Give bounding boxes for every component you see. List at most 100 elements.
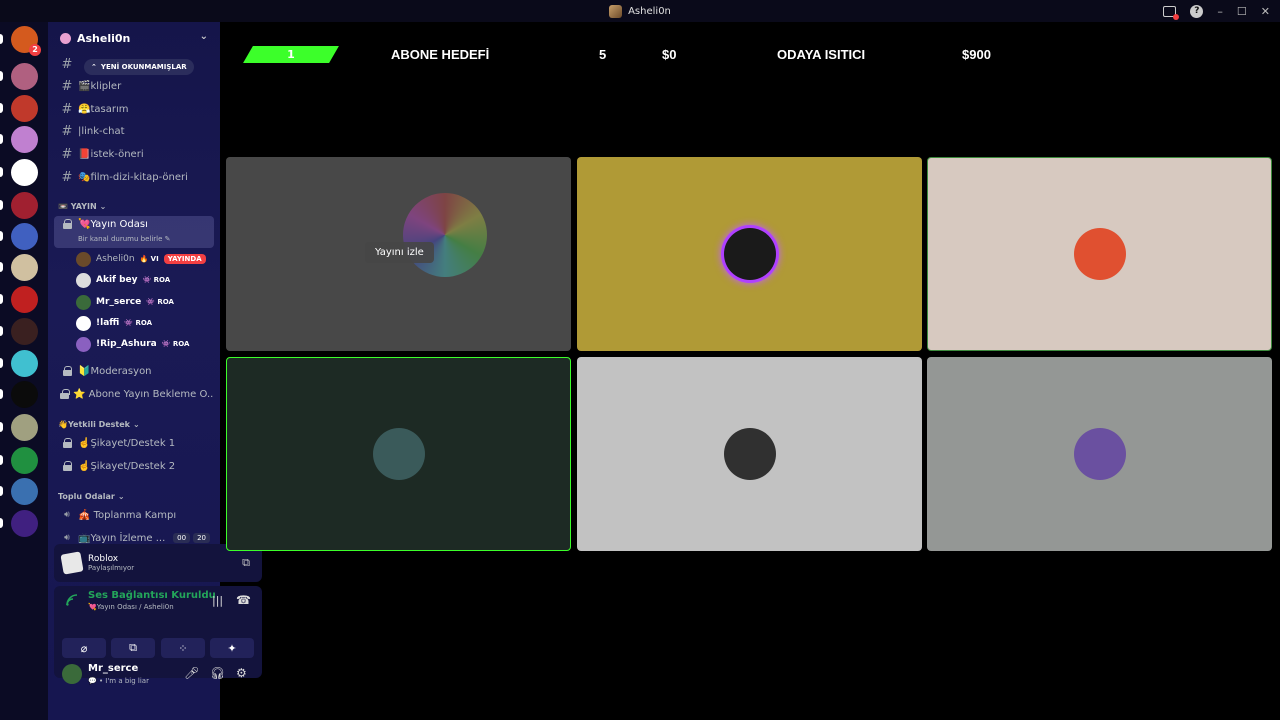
server-icon[interactable] xyxy=(0,159,38,186)
window-title: Asheli0n xyxy=(609,4,671,18)
voice-user[interactable]: !laffi 👾 ROA xyxy=(76,314,152,332)
unread-label: YENİ OKUNMAMIŞLAR xyxy=(100,63,187,71)
mention-badge: 2 xyxy=(29,44,41,56)
inbox-icon[interactable] xyxy=(1163,5,1180,20)
avatar xyxy=(1073,428,1126,480)
activities-button[interactable]: ⁘ xyxy=(161,638,205,658)
category-yayin[interactable]: 📼 YAYIN ⌄ xyxy=(58,202,106,211)
username[interactable]: Mr_serce xyxy=(88,663,138,674)
channel-item[interactable]: ☝️Şikayet/Destek 2 xyxy=(54,456,214,476)
channel-sidebar: Asheli0n ⌄ # ⌃ YENİ OKUNMAMIŞLAR # 🎬klipl… xyxy=(48,22,262,720)
channel-status[interactable]: Bir kanal durumu belirle ✎ xyxy=(78,235,171,243)
server-icon[interactable] xyxy=(0,223,38,250)
server-icon[interactable] xyxy=(0,126,38,153)
signal-icon[interactable] xyxy=(66,594,78,606)
voice-channel[interactable]: 💘Yayın Odası / Asheli0n xyxy=(88,603,174,611)
avatar xyxy=(1073,228,1126,280)
category-yetkili[interactable]: 👋Yetkili Destek ⌄ xyxy=(58,420,140,429)
channel-name: 😤tasarım xyxy=(78,103,129,115)
participant-tile[interactable] xyxy=(577,157,922,351)
server-icon[interactable] xyxy=(0,95,38,122)
disconnect-icon[interactable]: ☎ xyxy=(236,593,251,607)
close-button[interactable]: ✕ xyxy=(1261,5,1270,18)
unread-indicator xyxy=(0,262,3,272)
hash-icon: # xyxy=(61,123,73,139)
channel-item[interactable]: 🔰Moderasyon xyxy=(54,361,214,381)
channel-name: ☝️Şikayet/Destek 2 xyxy=(78,460,176,472)
category-label: Toplu Odalar xyxy=(58,492,115,501)
participant-tile[interactable] xyxy=(927,357,1272,551)
server-icon[interactable] xyxy=(0,63,38,90)
voice-user[interactable]: !Rip_Ashura 👾 ROA xyxy=(76,335,189,353)
server-icon[interactable] xyxy=(0,350,38,377)
voice-user-name: Asheli0n xyxy=(96,254,135,264)
server-icon[interactable] xyxy=(0,510,38,537)
channel-item[interactable]: # |link-chat xyxy=(54,121,214,141)
server-icon[interactable]: 2 xyxy=(0,26,41,56)
help-icon[interactable]: ? xyxy=(1190,4,1204,18)
activity-game: Roblox xyxy=(88,554,119,564)
server-icon[interactable] xyxy=(0,381,38,408)
channel-item[interactable]: # 🎬klipler xyxy=(54,76,214,96)
server-icon[interactable] xyxy=(0,447,38,474)
unread-indicator xyxy=(0,200,3,210)
minimize-button[interactable]: – xyxy=(1217,5,1223,18)
goal-label: ABONE HEDEFİ xyxy=(391,47,490,62)
stream-tile[interactable]: Yayını izle xyxy=(226,157,571,351)
channel-item[interactable]: ⭐ Abone Yayın Bekleme O... xyxy=(54,384,214,404)
channel-name: 📺Yayın İzleme ... xyxy=(78,532,166,544)
goal-label-2: ODAYA ISITICI xyxy=(777,47,866,62)
screen-share-button[interactable]: ⧉ xyxy=(111,638,155,658)
channel-name: 🎪 Toplanma Kampı xyxy=(78,509,177,521)
avatar xyxy=(723,428,776,480)
watch-stream-button[interactable]: Yayını izle xyxy=(365,242,434,263)
guild-header[interactable]: Asheli0n ⌄ xyxy=(48,22,220,54)
camera-off-button[interactable]: ⌀ xyxy=(62,638,106,658)
unread-pill[interactable]: ⌃ YENİ OKUNMAMIŞLAR xyxy=(84,59,194,75)
participant-tile[interactable] xyxy=(226,357,571,551)
avatar xyxy=(76,315,91,331)
voice-status[interactable]: Ses Bağlantısı Kuruldu xyxy=(88,590,216,601)
channel-name: |link-chat xyxy=(78,125,125,137)
participant-tile[interactable] xyxy=(927,157,1272,351)
gear-icon[interactable]: ⚙ xyxy=(236,666,247,680)
channel-item[interactable]: # 😤tasarım xyxy=(54,99,214,119)
noise-icon[interactable]: ||| xyxy=(212,594,223,607)
avatar[interactable] xyxy=(62,664,82,684)
category-toplu[interactable]: Toplu Odalar ⌄ xyxy=(58,492,125,501)
stream-goal-bar: 1 ABONE HEDEFİ 5 $0 ODAYA ISITICI $900 xyxy=(220,22,1280,92)
activity-status: Paylaşılmıyor xyxy=(88,564,135,572)
channel-item[interactable]: ☝️Şikayet/Destek 1 xyxy=(54,433,214,453)
server-icon[interactable] xyxy=(0,414,38,441)
server-icon[interactable] xyxy=(0,286,38,313)
goal-money-2: $900 xyxy=(962,47,991,62)
channel-yayin-odasi[interactable]: 💘Yayın Odası Bir kanal durumu belirle ✎ xyxy=(54,216,214,248)
voice-user-name: !laffi xyxy=(96,318,120,328)
channel-item[interactable]: # 🎭film-dizi-kitap-öneri xyxy=(54,167,214,187)
voice-user[interactable]: Asheli0n 🔥 VI YAYINDA xyxy=(76,250,206,268)
voice-user[interactable]: Mr_serce 👾 ROA xyxy=(76,293,174,311)
hash-icon: # xyxy=(61,101,73,117)
category-label: 👋Yetkili Destek xyxy=(58,420,130,429)
participant-tile[interactable] xyxy=(577,357,922,551)
color-wheel-preview xyxy=(403,193,487,277)
server-icon[interactable] xyxy=(0,478,38,505)
microphone-icon[interactable]: 🎤︎ xyxy=(184,666,199,680)
server-icon[interactable] xyxy=(0,318,38,345)
category-label: 📼 YAYIN xyxy=(58,202,97,211)
server-icon[interactable] xyxy=(0,254,38,281)
avatar xyxy=(76,272,91,288)
count-badge: 00 xyxy=(173,533,191,543)
avatar xyxy=(76,294,91,310)
app-icon xyxy=(609,4,623,18)
channel-item[interactable]: 🔊︎ 🎪 Toplanma Kampı xyxy=(54,505,214,525)
soundboard-button[interactable]: ✦ xyxy=(210,638,254,658)
channel-item[interactable]: # 📕istek-öneri xyxy=(54,144,214,164)
headphones-icon[interactable]: 🎧︎ xyxy=(210,666,225,680)
maximize-button[interactable]: ☐ xyxy=(1237,5,1247,18)
voice-user[interactable]: Akif bey 👾 ROA xyxy=(76,271,170,289)
lock-icon xyxy=(60,461,74,471)
server-icon[interactable] xyxy=(0,192,38,219)
screen-share-icon[interactable]: ⧉ xyxy=(242,556,250,570)
channel-name: ☝️Şikayet/Destek 1 xyxy=(78,437,176,449)
